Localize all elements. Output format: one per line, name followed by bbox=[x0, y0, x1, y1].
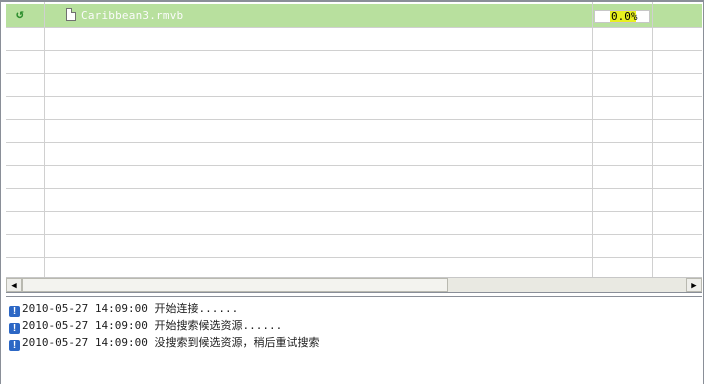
log-entry: ! 2010-05-27 14:09:00 开始搜索候选资源...... bbox=[9, 317, 283, 334]
row-separator bbox=[6, 188, 702, 189]
file-name[interactable]: Caribbean3.rmvb bbox=[81, 9, 183, 22]
column-divider bbox=[592, 2, 593, 277]
log-timestamp: 2010-05-27 14:09:00 bbox=[22, 319, 148, 332]
arrow-right-icon: ▶ bbox=[691, 281, 697, 291]
row-separator bbox=[6, 211, 702, 212]
column-divider bbox=[44, 2, 45, 277]
log-entry: ! 2010-05-27 14:09:00 没搜索到候选资源，稍后重试搜索 bbox=[9, 334, 320, 351]
arrow-left-icon: ◀ bbox=[11, 281, 17, 291]
scroll-right-button[interactable]: ▶ bbox=[686, 278, 702, 292]
scroll-left-button[interactable]: ◀ bbox=[6, 278, 22, 292]
progress-cell: 0.0% bbox=[594, 10, 650, 23]
row-separator bbox=[6, 50, 702, 51]
log-message: 开始连接...... bbox=[154, 302, 239, 315]
progress-text: 0.0% bbox=[611, 10, 638, 23]
info-icon: ! bbox=[9, 323, 20, 334]
row-separator bbox=[6, 73, 702, 74]
row-separator bbox=[6, 27, 702, 28]
log-entry: ! 2010-05-27 14:09:00 开始连接...... bbox=[9, 300, 239, 317]
row-separator bbox=[6, 142, 702, 143]
info-icon: ! bbox=[9, 306, 20, 317]
row-separator bbox=[6, 119, 702, 120]
log-message: 开始搜索候选资源...... bbox=[154, 319, 283, 332]
download-list[interactable]: ↺ Caribbean3.rmvb 0.0% bbox=[6, 2, 702, 277]
horizontal-scrollbar[interactable]: ◀ ▶ bbox=[6, 277, 702, 293]
log-panel[interactable]: ! 2010-05-27 14:09:00 开始连接...... ! 2010-05… bbox=[6, 296, 702, 384]
refresh-arrow-icon[interactable]: ↺ bbox=[16, 8, 30, 22]
row-separator bbox=[6, 165, 702, 166]
document-icon bbox=[66, 8, 76, 21]
row-separator bbox=[6, 234, 702, 235]
scroll-thumb[interactable] bbox=[22, 278, 448, 292]
download-row[interactable]: ↺ Caribbean3.rmvb 0.0% bbox=[6, 4, 702, 27]
log-timestamp: 2010-05-27 14:09:00 bbox=[22, 302, 148, 315]
log-message: 没搜索到候选资源，稍后重试搜索 bbox=[154, 336, 320, 349]
column-divider bbox=[652, 2, 653, 277]
row-separator bbox=[6, 96, 702, 97]
log-timestamp: 2010-05-27 14:09:00 bbox=[22, 336, 148, 349]
info-icon: ! bbox=[9, 340, 20, 351]
row-separator bbox=[6, 257, 702, 258]
